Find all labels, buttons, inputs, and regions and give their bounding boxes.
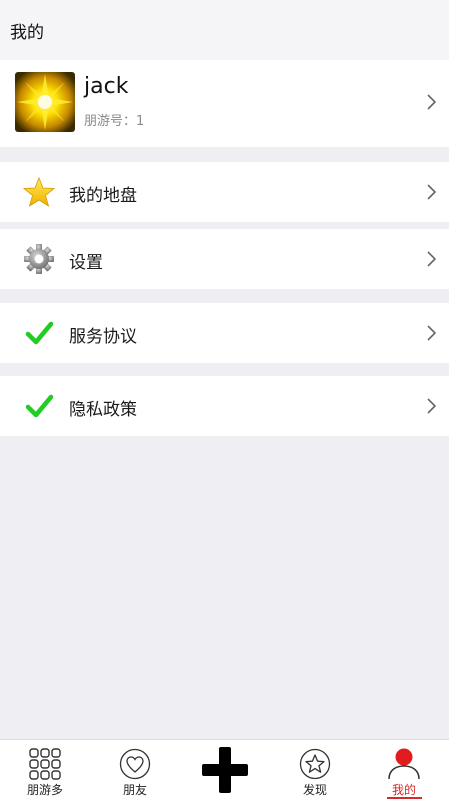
tab-friends[interactable]: 朋友 <box>90 740 180 800</box>
star-outline-icon <box>299 748 331 780</box>
heart-icon <box>119 748 151 780</box>
star-icon <box>23 176 55 207</box>
checkmark-icon <box>25 321 54 345</box>
profile-card[interactable]: jack 朋游号：1 <box>0 60 449 147</box>
gear-icon <box>24 244 54 274</box>
active-tab-indicator <box>387 797 422 799</box>
grid-icon <box>29 748 61 780</box>
tab-me[interactable]: 我的 <box>359 740 449 800</box>
profile-id: 朋游号：1 <box>84 114 145 129</box>
menu-item-settings[interactable]: 设置 <box>0 229 449 289</box>
tab-label: 我的 <box>391 783 416 797</box>
chevron-right-icon <box>427 94 436 110</box>
tab-discover[interactable]: 发现 <box>270 740 360 800</box>
profile-name: jack <box>84 74 129 99</box>
tab-pengyouduo[interactable]: 朋游多 <box>0 740 90 800</box>
tab-add[interactable] <box>180 740 270 800</box>
chevron-right-icon <box>427 325 436 341</box>
tab-label: 朋游多 <box>26 783 63 797</box>
menu-item-service-agreement[interactable]: 服务协议 <box>0 303 449 363</box>
menu-item-my-territory[interactable]: 我的地盘 <box>0 162 449 222</box>
menu-item-privacy-policy[interactable]: 隐私政策 <box>0 376 449 436</box>
bottom-tab-bar: 朋游多 朋友 发现 我的 <box>0 739 449 800</box>
plus-icon <box>202 747 248 793</box>
menu-item-label: 隐私政策 <box>69 400 137 420</box>
top-header: 我的 <box>0 0 449 60</box>
checkmark-icon <box>25 394 54 418</box>
page-title: 我的 <box>10 23 44 43</box>
menu-item-label: 服务协议 <box>69 327 137 347</box>
person-icon <box>388 748 420 780</box>
menu-item-label: 设置 <box>69 253 103 273</box>
tab-label: 朋友 <box>122 783 147 797</box>
avatar[interactable] <box>15 72 75 132</box>
menu-item-label: 我的地盘 <box>69 186 137 206</box>
tab-label: 发现 <box>302 783 327 797</box>
chevron-right-icon <box>427 251 436 267</box>
chevron-right-icon <box>427 398 436 414</box>
chevron-right-icon <box>427 184 436 200</box>
